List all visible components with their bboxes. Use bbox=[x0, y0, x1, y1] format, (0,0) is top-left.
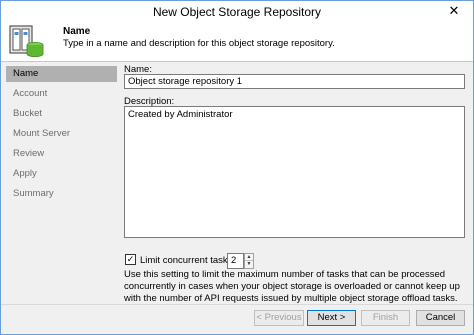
next-button[interactable]: Next > bbox=[307, 310, 356, 326]
sidebar-item-account[interactable]: Account bbox=[6, 86, 117, 102]
sidebar-item-summary[interactable]: Summary bbox=[6, 186, 117, 202]
wizard-window: New Object Storage Repository ✕ Name Typ… bbox=[0, 0, 474, 335]
limit-tasks-value-input[interactable]: 2 bbox=[227, 253, 244, 269]
close-button[interactable]: ✕ bbox=[439, 2, 469, 19]
sidebar-item-apply[interactable]: Apply bbox=[6, 166, 117, 182]
header-title: Name bbox=[63, 26, 91, 37]
title-bar: New Object Storage Repository ✕ bbox=[1, 1, 473, 22]
limit-tasks-help-text: Use this setting to limit the maximum nu… bbox=[124, 269, 460, 304]
sidebar-item-bucket[interactable]: Bucket bbox=[6, 106, 117, 122]
footer-divider bbox=[1, 304, 473, 305]
name-input[interactable]: Object storage repository 1 bbox=[124, 74, 465, 89]
cancel-button[interactable]: Cancel bbox=[416, 310, 465, 326]
description-textarea[interactable]: Created by Administrator bbox=[124, 106, 465, 238]
sidebar-item-review[interactable]: Review bbox=[6, 146, 117, 162]
header-description: Type in a name and description for this … bbox=[63, 38, 335, 49]
stepper-up-icon[interactable]: ▲ bbox=[245, 254, 253, 261]
stepper-down-icon[interactable]: ▼ bbox=[245, 261, 253, 268]
limit-tasks-stepper: ▲ ▼ bbox=[244, 253, 254, 269]
finish-button[interactable]: Finish bbox=[361, 310, 410, 326]
object-storage-repository-icon bbox=[9, 25, 44, 57]
previous-button[interactable]: < Previous bbox=[254, 310, 304, 326]
wizard-header: Name Type in a name and description for … bbox=[1, 22, 473, 62]
sidebar-item-name[interactable]: Name bbox=[6, 66, 117, 82]
limit-tasks-checkbox[interactable]: ✓ bbox=[125, 254, 136, 265]
window-title: New Object Storage Repository bbox=[152, 5, 322, 19]
name-step-panel: Name: Object storage repository 1 Descri… bbox=[119, 63, 473, 305]
sidebar-item-mount-server[interactable]: Mount Server bbox=[6, 126, 117, 142]
wizard-steps: Name Account Bucket Mount Server Review … bbox=[1, 63, 117, 303]
